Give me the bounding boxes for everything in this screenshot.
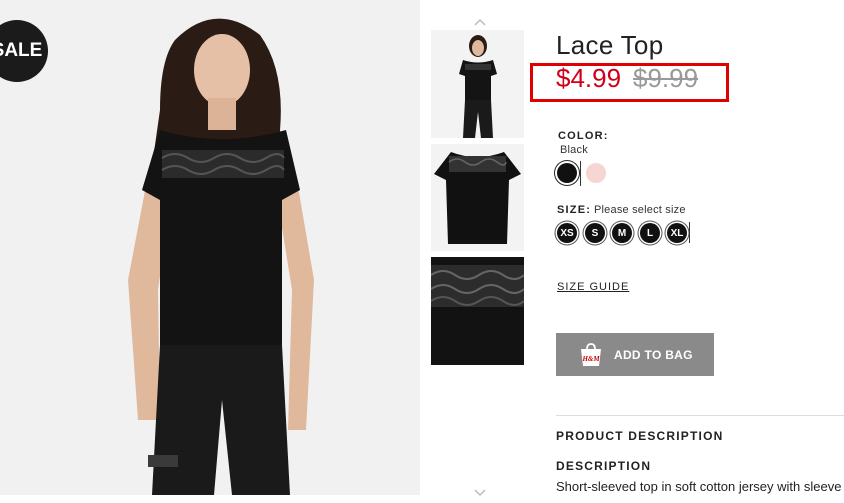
- product-title: Lace Top: [556, 30, 664, 60]
- size-guide-link[interactable]: SIZE GUIDE: [557, 281, 629, 293]
- size-option-s[interactable]: S: [585, 223, 605, 243]
- size-option-m[interactable]: M: [612, 223, 632, 243]
- product-description-heading[interactable]: PRODUCT DESCRIPTION: [556, 429, 723, 443]
- shopping-bag-icon: H&M: [578, 342, 604, 367]
- thumbnail-lace-detail[interactable]: [431, 257, 524, 365]
- add-to-bag-label: ADD TO BAG: [614, 347, 693, 362]
- swatch-divider: [580, 161, 581, 186]
- thumbnail-flat-front[interactable]: [431, 144, 524, 251]
- main-product-image[interactable]: [0, 0, 420, 495]
- original-price: $9.99: [633, 63, 699, 93]
- color-swatch-pink[interactable]: [586, 163, 606, 183]
- section-divider: [556, 415, 844, 416]
- thumbnail-scroll-down-icon[interactable]: [474, 485, 486, 497]
- description-text: Short-sleeved top in soft cotton jersey …: [556, 479, 842, 494]
- description-heading: DESCRIPTION: [556, 459, 652, 473]
- color-swatch-black[interactable]: [557, 163, 577, 183]
- size-label: SIZE:: [557, 204, 592, 216]
- sale-price: $4.99: [556, 63, 622, 93]
- thumbnail-model[interactable]: [431, 30, 524, 138]
- size-option-l[interactable]: L: [640, 223, 660, 243]
- bag-brand-text: H&M: [581, 355, 600, 363]
- selected-color: Black: [560, 144, 588, 156]
- size-divider: [689, 222, 690, 243]
- thumbnail-scroll-up-icon[interactable]: [474, 14, 486, 26]
- size-option-xs[interactable]: XS: [557, 223, 577, 243]
- size-prompt: Please select size: [594, 204, 686, 216]
- add-to-bag-button[interactable]: H&M ADD TO BAG: [556, 333, 714, 376]
- size-option-xl[interactable]: XL: [667, 223, 687, 243]
- color-label: COLOR:: [558, 130, 609, 142]
